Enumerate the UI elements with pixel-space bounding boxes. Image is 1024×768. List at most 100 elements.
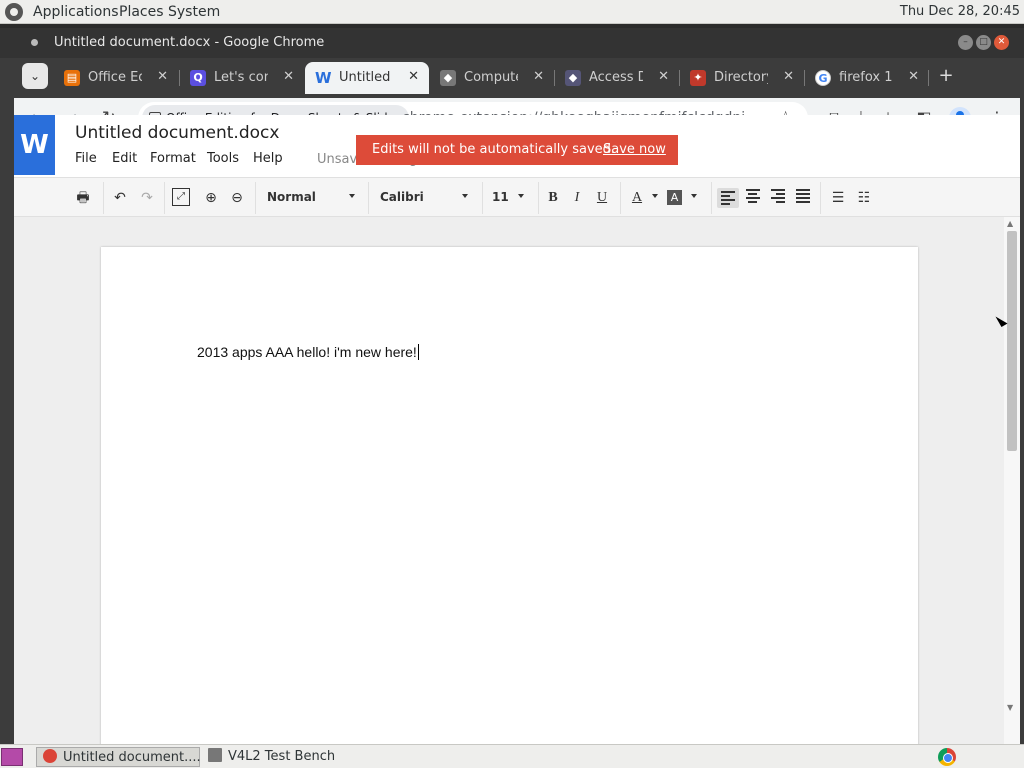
window-menu-icon[interactable]	[31, 39, 38, 46]
scroll-down-icon[interactable]: ▼	[1007, 703, 1013, 712]
align-center-button[interactable]	[743, 188, 763, 208]
taskbar-item-v4l2[interactable]: V4L2 Test Bench	[202, 747, 382, 767]
redo-icon[interactable]: ↷	[137, 188, 157, 208]
tab-label: firefox 1.5	[839, 70, 893, 85]
office-icon: ▤	[64, 70, 80, 86]
format-toolbar: 🖶 ↶ ↷ ⤢ ⊕ ⊖ Normal Calibri 11 B I U A A	[14, 177, 1020, 217]
tab-access[interactable]: ◆ Access D ✕	[555, 62, 679, 94]
text-color-button[interactable]: A	[627, 188, 647, 208]
chevron-down-icon[interactable]	[652, 194, 658, 198]
q-icon: Q	[190, 70, 206, 86]
tab-label: Office Edi	[88, 70, 142, 85]
chevron-down-icon[interactable]	[462, 194, 468, 198]
window-title: Untitled document.docx - Google Chrome	[54, 35, 325, 50]
chevron-down-icon[interactable]	[691, 194, 697, 198]
justify-icon	[796, 189, 810, 203]
tab-label: Directory	[714, 70, 768, 85]
tab-compute[interactable]: ◆ Compute ✕	[430, 62, 554, 94]
chevron-down-icon[interactable]	[518, 194, 524, 198]
directory-icon: ✦	[690, 70, 706, 86]
scroll-up-icon[interactable]: ▲	[1007, 219, 1013, 228]
tab-close-icon[interactable]: ✕	[908, 69, 919, 84]
bulleted-list-icon[interactable]: ☷	[854, 188, 874, 208]
title-bar[interactable]: Untitled document.docx - Google Chrome –…	[0, 28, 1024, 58]
tab-firefox[interactable]: G firefox 1.5 ✕	[805, 62, 929, 94]
numbered-list-icon[interactable]: ☰	[828, 188, 848, 208]
vertical-scrollbar[interactable]: ▲ ▼	[1004, 217, 1020, 744]
show-desktop-button[interactable]	[1, 748, 23, 766]
zoom-in-icon[interactable]: ⊕	[201, 188, 221, 208]
align-center-icon	[746, 189, 760, 203]
chrome-icon	[43, 749, 57, 763]
body-text[interactable]: 2013 apps AAA hello! i'm new here!	[197, 344, 417, 360]
tab-label: Compute	[464, 70, 518, 85]
menu-format[interactable]: Format	[150, 151, 196, 166]
menu-tools[interactable]: Tools	[207, 151, 239, 166]
minimize-button[interactable]: –	[958, 35, 973, 50]
close-window-button[interactable]: ✕	[994, 35, 1009, 50]
align-right-button[interactable]	[768, 188, 788, 208]
document-canvas: 2013 apps AAA hello! i'm new here! ▲ ▼	[14, 217, 1020, 744]
tab-close-icon[interactable]: ✕	[658, 69, 669, 84]
justify-button[interactable]	[793, 188, 813, 208]
tab-lets-connect[interactable]: Q Let's con ✕	[180, 62, 304, 94]
underline-button[interactable]: U	[592, 188, 612, 208]
tab-close-icon[interactable]: ✕	[157, 69, 168, 84]
tab-label: Untitled d	[339, 70, 393, 85]
gnome-foot-icon[interactable]	[5, 3, 23, 21]
zoom-out-icon[interactable]: ⊖	[227, 188, 247, 208]
applications-menu[interactable]: Applications	[33, 4, 119, 20]
top-panel: Applications Places System Thu Dec 28, 2…	[0, 0, 1024, 24]
align-left-button[interactable]	[717, 188, 739, 208]
unsaved-warning-toast: Edits will not be automatically saved. S…	[356, 135, 678, 165]
tab-close-icon[interactable]: ✕	[408, 69, 419, 84]
tab-label: Let's con	[214, 70, 268, 85]
tab-close-icon[interactable]: ✕	[783, 69, 794, 84]
tab-untitled-document[interactable]: W Untitled d ✕	[305, 62, 429, 94]
align-left-icon	[721, 191, 735, 205]
taskbar-item-label: Untitled document....	[63, 750, 201, 765]
tab-office-editing[interactable]: ▤ Office Edi ✕	[54, 62, 178, 94]
tab-directory[interactable]: ✦ Directory ✕	[680, 62, 804, 94]
document-page[interactable]: 2013 apps AAA hello! i'm new here!	[101, 247, 918, 744]
document-body-text[interactable]: 2013 apps AAA hello! i'm new here!	[197, 344, 419, 360]
tab-close-icon[interactable]: ✕	[533, 69, 544, 84]
word-icon: W	[315, 69, 332, 87]
menu-help[interactable]: Help	[253, 151, 283, 166]
tab-strip: ⌄ ▤ Office Edi ✕ Q Let's con ✕ W Untitle…	[14, 60, 1020, 94]
undo-icon[interactable]: ↶	[110, 188, 130, 208]
shield-icon: ◆	[440, 70, 456, 86]
chevron-down-icon[interactable]	[349, 194, 355, 198]
chrome-tray-icon[interactable]	[938, 748, 956, 766]
window-icon	[208, 748, 222, 762]
taskbar-item-chrome[interactable]: Untitled document....	[36, 747, 201, 767]
menu-file[interactable]: File	[75, 151, 97, 166]
new-tab-button[interactable]: +	[934, 64, 958, 88]
tab-label: Access D	[589, 70, 643, 85]
font-size-dropdown[interactable]: 11	[492, 190, 509, 204]
fit-page-icon[interactable]: ⤢	[172, 188, 190, 206]
font-family-dropdown[interactable]: Calibri	[380, 190, 424, 204]
maximize-button[interactable]: □	[976, 35, 991, 50]
italic-button[interactable]: I	[567, 188, 587, 208]
document-title[interactable]: Untitled document.docx	[75, 123, 279, 143]
bold-button[interactable]: B	[543, 188, 563, 208]
tab-close-icon[interactable]: ✕	[283, 69, 294, 84]
google-icon: G	[815, 70, 831, 86]
scroll-thumb[interactable]	[1007, 231, 1017, 451]
bottom-taskbar: Untitled document.... V4L2 Test Bench	[0, 744, 1024, 768]
places-menu[interactable]: Places	[119, 4, 164, 20]
paragraph-style-dropdown[interactable]: Normal	[267, 190, 316, 204]
menu-edit[interactable]: Edit	[112, 151, 137, 166]
print-icon[interactable]: 🖶	[73, 188, 93, 208]
word-logo-icon: W	[14, 115, 55, 175]
save-now-link[interactable]: Save now	[603, 135, 666, 165]
office-editor: W Untitled document.docx File Edit Forma…	[14, 115, 1020, 744]
tab-search-button[interactable]: ⌄	[22, 63, 48, 89]
align-right-icon	[771, 189, 785, 203]
system-menu[interactable]: System	[168, 4, 220, 20]
text-cursor	[417, 344, 419, 360]
doc-header: W Untitled document.docx File Edit Forma…	[14, 115, 1020, 175]
highlight-color-button[interactable]: A	[667, 190, 682, 205]
clock[interactable]: Thu Dec 28, 20:45	[900, 4, 1020, 19]
